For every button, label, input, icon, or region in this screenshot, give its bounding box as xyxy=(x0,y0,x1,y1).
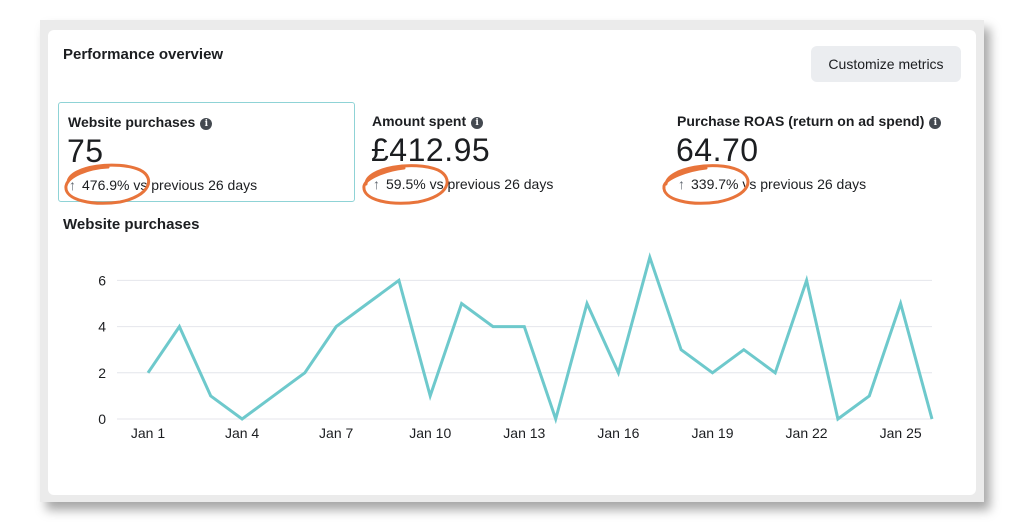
y-tick-label: 0 xyxy=(98,411,106,427)
data-point[interactable] xyxy=(393,274,405,286)
x-tick-label: Jan 1 xyxy=(131,425,165,441)
x-tick-label: Jan 25 xyxy=(880,425,922,441)
data-point[interactable] xyxy=(236,413,248,425)
data-point[interactable] xyxy=(801,274,813,286)
y-tick-label: 4 xyxy=(98,319,106,335)
data-point[interactable] xyxy=(424,390,436,402)
data-point[interactable] xyxy=(550,413,562,425)
data-point[interactable] xyxy=(267,390,279,402)
x-tick-label: Jan 4 xyxy=(225,425,259,441)
data-point[interactable] xyxy=(142,367,154,379)
data-point[interactable] xyxy=(581,298,593,310)
y-tick-label: 2 xyxy=(98,365,106,381)
data-point[interactable] xyxy=(644,251,656,263)
data-point[interactable] xyxy=(330,321,342,333)
data-point[interactable] xyxy=(926,413,938,425)
x-tick-label: Jan 7 xyxy=(319,425,353,441)
data-point[interactable] xyxy=(173,321,185,333)
series-line-website-purchases xyxy=(146,252,934,425)
x-tick-label: Jan 16 xyxy=(597,425,639,441)
data-point[interactable] xyxy=(456,298,468,310)
data-point[interactable] xyxy=(863,390,875,402)
data-point[interactable] xyxy=(362,298,374,310)
data-point[interactable] xyxy=(205,390,217,402)
data-point[interactable] xyxy=(706,367,718,379)
performance-overview-card: Performance overview Customize metrics W… xyxy=(48,30,976,495)
data-point[interactable] xyxy=(832,413,844,425)
data-point[interactable] xyxy=(487,321,499,333)
line-chart: 0 2 4 6 Jan 1 Jan 4 Jan 7 Jan 10 Jan 13 Jan 16 Jan… xyxy=(98,251,938,441)
data-point[interactable] xyxy=(518,321,530,333)
data-point[interactable] xyxy=(612,367,624,379)
x-tick-label: Jan 13 xyxy=(503,425,545,441)
data-point[interactable] xyxy=(299,367,311,379)
data-point[interactable] xyxy=(769,367,781,379)
x-tick-label: Jan 10 xyxy=(409,425,451,441)
data-point[interactable] xyxy=(895,298,907,310)
data-point[interactable] xyxy=(738,344,750,356)
y-tick-label: 6 xyxy=(98,272,106,288)
x-tick-label: Jan 19 xyxy=(691,425,733,441)
data-point[interactable] xyxy=(675,344,687,356)
x-tick-label: Jan 22 xyxy=(786,425,828,441)
